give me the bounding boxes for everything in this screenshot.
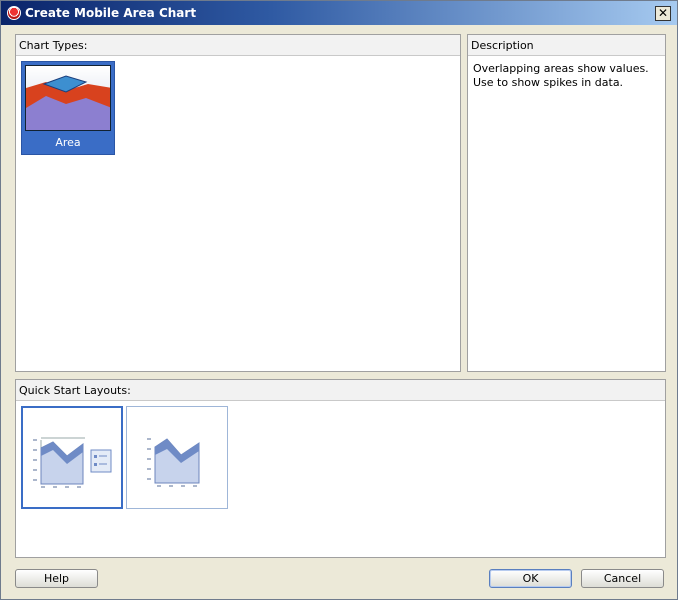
quick-start-panel: Quick Start Layouts: [15,379,666,558]
quick-start-header: Quick Start Layouts: [16,380,665,401]
description-text: Overlapping areas show values. Use to sh… [473,62,649,89]
description-panel: Description Overlapping areas show value… [467,34,666,372]
quick-start-label: Quick Start Layouts: [19,384,131,397]
chart-type-area-label: Area [55,136,81,149]
cancel-button[interactable]: Cancel [581,569,664,588]
close-icon[interactable]: ✕ [655,6,671,21]
title-bar[interactable]: Create Mobile Area Chart ✕ [1,1,677,25]
dialog-window: Create Mobile Area Chart ✕ Chart Types: [0,0,678,600]
ok-button[interactable]: OK [489,569,572,588]
chart-types-panel: Chart Types: Area [15,34,461,372]
description-header: Description [468,35,665,56]
app-icon [7,6,21,20]
area-chart-thumbnail-icon [25,65,111,131]
layout-area-icon [147,438,200,487]
chart-type-area[interactable]: Area [21,61,115,155]
chart-types-header: Chart Types: [16,35,460,56]
chart-types-label: Chart Types: [19,39,88,52]
layout-area-only[interactable] [126,406,228,509]
layout-area-with-legend[interactable] [21,406,123,509]
window-title: Create Mobile Area Chart [25,6,197,20]
description-label: Description [471,39,534,52]
help-button[interactable]: Help [15,569,98,588]
layout-area-legend-icon [33,437,112,488]
